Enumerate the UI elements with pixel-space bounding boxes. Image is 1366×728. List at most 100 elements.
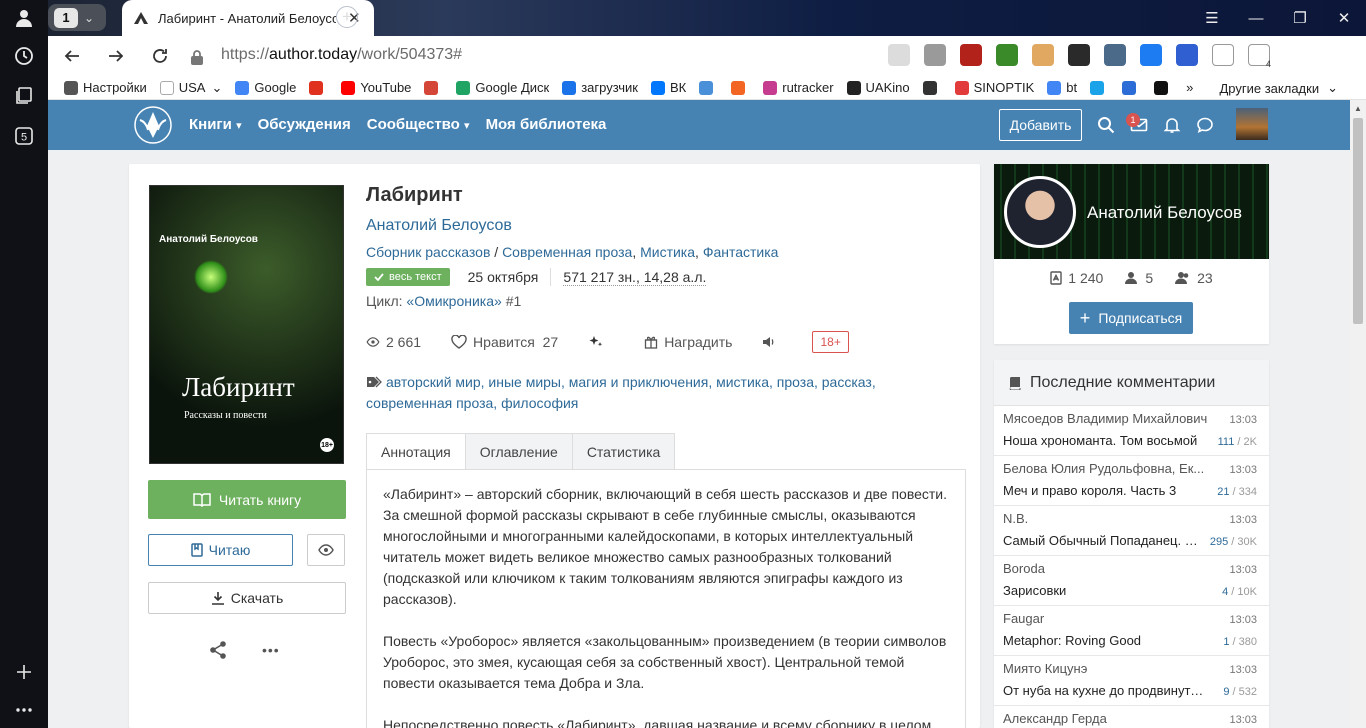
audio-button[interactable]: [762, 336, 782, 348]
site-logo-icon[interactable]: [134, 106, 172, 144]
genre-link[interactable]: Современная проза: [502, 244, 632, 260]
archive-ext-icon[interactable]: [1104, 44, 1126, 66]
comment-author[interactable]: Мясоедов Владимир Михайлович: [1003, 411, 1213, 426]
menu-icon[interactable]: ☰: [1190, 9, 1234, 27]
new-tab-button[interactable]: +: [336, 6, 358, 28]
tab-item[interactable]: Оглавление: [465, 433, 573, 470]
bookmark-item[interactable]: rutracker: [763, 80, 834, 95]
bookmark-item[interactable]: SINOPTIK: [954, 80, 1034, 95]
more-bookmarks-icon[interactable]: »: [1186, 80, 1193, 95]
comment-row[interactable]: Белова Юлия Рудольфовна, Ек... 13:03 Меч и…: [994, 456, 1269, 506]
restore-icon[interactable]: ❐: [1278, 9, 1322, 27]
comment-work-title[interactable]: Самый Обычный Попаданец. DxD: [1003, 533, 1205, 548]
share-icon[interactable]: [208, 640, 228, 660]
add-button[interactable]: Добавить: [999, 109, 1082, 141]
bookmark-item[interactable]: Google Диск: [456, 80, 549, 95]
url-field[interactable]: https://author.today/work/504373#: [221, 46, 462, 64]
work-author-link[interactable]: Анатолий Белоусов: [366, 217, 512, 235]
genre-link[interactable]: Мистика: [640, 244, 695, 260]
search-icon[interactable]: [1097, 116, 1115, 134]
comment-work-title[interactable]: Меч и право короля. Часть 3: [1003, 483, 1205, 498]
bookmark-item[interactable]: [424, 80, 443, 95]
bookmark-item[interactable]: bt: [1047, 80, 1077, 95]
comment-row[interactable]: Faugar 13:03 Metaphor: Roving Good 1 / 380: [994, 606, 1269, 656]
ublock-icon[interactable]: [960, 44, 982, 66]
binary-ext-icon[interactable]: [996, 44, 1018, 66]
ai-sparkle-button[interactable]: [588, 334, 610, 350]
like-button[interactable]: Нравится 27: [451, 334, 558, 350]
download-button[interactable]: Скачать: [148, 582, 346, 614]
heart-ext-icon[interactable]: [1140, 44, 1162, 66]
comment-work-title[interactable]: Metaphor: Roving Good: [1003, 633, 1205, 648]
forward-icon[interactable]: [105, 45, 127, 67]
minimize-icon[interactable]: —: [1234, 10, 1278, 27]
bookmark-icon[interactable]: [924, 44, 946, 66]
bookmark-item[interactable]: Google: [235, 80, 296, 95]
add-panel-icon[interactable]: [12, 660, 36, 684]
profile-icon[interactable]: [12, 6, 36, 30]
puzzle-ext-icon[interactable]: [1212, 44, 1234, 66]
scroll-thumb[interactable]: [1353, 118, 1363, 324]
bell-icon[interactable]: [1163, 116, 1181, 134]
comment-row[interactable]: N.B. 13:03 Самый Обычный Попаданец. DxD 295…: [994, 506, 1269, 556]
comment-author[interactable]: Faugar: [1003, 611, 1213, 626]
download-icon[interactable]: 4: [1248, 44, 1271, 69]
nav-item[interactable]: Книги ▾: [189, 116, 242, 133]
author-photo[interactable]: [1004, 176, 1076, 248]
read-book-button[interactable]: Читать книгу: [148, 480, 346, 519]
bookmark-item[interactable]: ВК: [650, 80, 686, 95]
bookmark-item[interactable]: YouTube: [341, 80, 411, 95]
comment-row[interactable]: Александр Герда 13:03: [994, 706, 1269, 728]
chat-icon[interactable]: [1196, 116, 1214, 134]
page-scrollbar[interactable]: ▲: [1350, 100, 1366, 728]
nav-item[interactable]: Обсуждения: [258, 116, 351, 133]
author-name[interactable]: Анатолий Белоусов: [1087, 203, 1242, 223]
comment-row[interactable]: Миято Кицунэ 13:03 От нуба на кухне до про…: [994, 656, 1269, 706]
author-friends-stat[interactable]: 5: [1125, 270, 1153, 286]
tab-counter-button[interactable]: 1 ⌄: [48, 4, 106, 31]
more-icon[interactable]: [12, 698, 36, 722]
watch-button[interactable]: [307, 534, 345, 566]
scroll-up-arrow-icon[interactable]: ▲: [1354, 104, 1362, 113]
bookmark-item[interactable]: [1122, 80, 1141, 95]
lock-icon[interactable]: [189, 46, 205, 68]
character-ext-icon[interactable]: [1032, 44, 1054, 66]
nav-item[interactable]: Моя библиотека: [486, 116, 607, 133]
tab-item[interactable]: Статистика: [572, 433, 676, 470]
history-icon[interactable]: [12, 44, 36, 68]
comment-author[interactable]: Boroda: [1003, 561, 1213, 576]
subscribe-button[interactable]: + Подписаться: [1069, 302, 1193, 334]
bookmark-item[interactable]: [1090, 80, 1109, 95]
series-link[interactable]: «Омикроника»: [406, 293, 501, 309]
tags-text[interactable]: авторский мир, иные миры, магия и приклю…: [366, 374, 876, 411]
comment-author[interactable]: Белова Юлия Рудольфовна, Ек...: [1003, 461, 1213, 476]
bookmark-item[interactable]: [731, 80, 750, 95]
close-window-icon[interactable]: ✕: [1322, 9, 1366, 27]
counter-5-icon[interactable]: 5: [12, 124, 36, 148]
comment-author[interactable]: N.B.: [1003, 511, 1213, 526]
comment-row[interactable]: Boroda 13:03 Зарисовки 4 / 10K: [994, 556, 1269, 606]
bookmark-item[interactable]: загрузчик: [562, 80, 638, 95]
bookmark-item[interactable]: [1154, 80, 1173, 95]
bookmark-item[interactable]: [309, 80, 328, 95]
author-works-stat[interactable]: 1 240: [1050, 270, 1103, 286]
collections-icon[interactable]: [12, 84, 36, 108]
bookmark-item[interactable]: [922, 80, 942, 95]
comment-author[interactable]: Миято Кицунэ: [1003, 661, 1213, 676]
nav-item[interactable]: Сообщество ▾: [367, 116, 470, 133]
comment-work-title[interactable]: От нуба на кухне до продвинутого: [1003, 683, 1205, 698]
reader-mode-icon[interactable]: [888, 44, 910, 66]
bookmark-item[interactable]: USA ⌄: [159, 80, 222, 96]
bookmark-item[interactable]: UAKino: [846, 80, 910, 95]
user-avatar[interactable]: [1236, 108, 1268, 140]
author-followers-stat[interactable]: 23: [1175, 270, 1213, 286]
comment-row[interactable]: Мясоедов Владимир Михайлович 13:03 Ноша хр…: [994, 406, 1269, 456]
reading-button[interactable]: Читаю: [148, 534, 293, 566]
comment-work-title[interactable]: Ноша хрономанта. Том восьмой: [1003, 433, 1205, 448]
reward-button[interactable]: Наградить: [644, 334, 732, 350]
genre-link[interactable]: Фантастика: [703, 244, 779, 260]
back-icon[interactable]: [61, 45, 83, 67]
shield-ext-icon[interactable]: [1176, 44, 1198, 66]
tab-item[interactable]: Аннотация: [366, 433, 466, 470]
more-options-icon[interactable]: •••: [262, 642, 280, 658]
